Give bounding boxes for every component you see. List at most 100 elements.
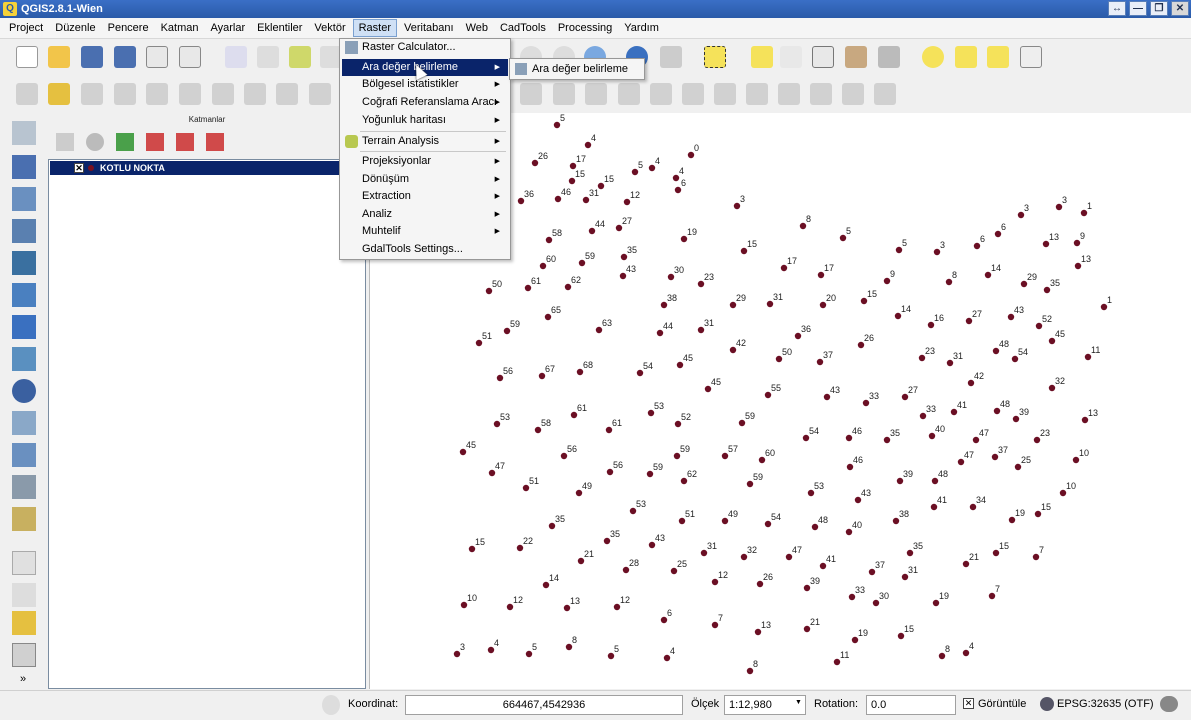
coordinate-field[interactable]: 664467,4542936	[405, 695, 683, 715]
save-as-icon[interactable]	[114, 46, 136, 68]
deselect-icon[interactable]	[751, 46, 773, 68]
crosshair-icon[interactable]	[12, 551, 36, 575]
menu-item-raster-calculator[interactable]: Raster Calculator...	[342, 39, 508, 56]
paste-features-icon[interactable]	[309, 83, 331, 105]
delete-selected-icon[interactable]	[212, 83, 234, 105]
toggle-editing-pencil-icon[interactable]	[48, 83, 70, 105]
select-by-rect-icon[interactable]	[704, 46, 726, 68]
menu-item-gdaltools-settings[interactable]: GdalTools Settings...	[342, 241, 508, 258]
menu-plugins[interactable]: Eklentiler	[252, 20, 307, 36]
maximize-button[interactable]: ❐	[1150, 1, 1168, 16]
menu-item-terrain-analysis[interactable]: Terrain Analysis ▶	[342, 133, 508, 150]
close-button[interactable]: ✕	[1171, 1, 1189, 16]
gps-tool-icon[interactable]	[12, 583, 36, 607]
menu-edit[interactable]: Düzenle	[50, 20, 100, 36]
merge-features-icon[interactable]	[585, 83, 607, 105]
menu-vector[interactable]: Vektör	[309, 20, 350, 36]
show-bookmarks-icon[interactable]	[987, 46, 1009, 68]
add-feature-icon[interactable]	[114, 83, 136, 105]
more-tools-chevron-icon[interactable]: »	[16, 673, 30, 687]
menu-view[interactable]: Pencere	[103, 20, 154, 36]
add-annotation-icon[interactable]	[12, 611, 36, 635]
menu-layer[interactable]: Katman	[156, 20, 204, 36]
add-spatialite-layer-icon[interactable]	[12, 219, 36, 243]
move-feature-icon[interactable]	[146, 83, 168, 105]
menu-settings[interactable]: Ayarlar	[206, 20, 251, 36]
add-wms-layer-icon[interactable]	[12, 315, 36, 339]
map-tips-icon[interactable]	[922, 46, 944, 68]
open-project-icon[interactable]	[48, 46, 70, 68]
expression-select-icon[interactable]	[780, 46, 802, 68]
menu-item-projections[interactable]: Projeksiyonlar ▶	[342, 153, 508, 170]
expand-all-icon[interactable]	[146, 133, 164, 151]
fill-ring-icon[interactable]	[746, 83, 768, 105]
messages-bubble-icon[interactable]	[1160, 696, 1178, 712]
add-vector-layer-icon[interactable]	[12, 121, 36, 145]
offset-curve-icon[interactable]	[842, 83, 864, 105]
new-shapefile-icon[interactable]	[12, 475, 36, 499]
simplify-icon[interactable]	[650, 83, 672, 105]
add-wcs-layer-icon[interactable]	[12, 347, 36, 371]
menu-item-georeferencer[interactable]: Coğrafi Referanslama Aracı ▶	[342, 94, 508, 111]
layer-visibility-checkbox[interactable]: ✕	[74, 163, 84, 173]
message-log-icon[interactable]	[322, 695, 340, 715]
menu-raster[interactable]: Raster	[352, 19, 398, 37]
menu-web[interactable]: Web	[461, 20, 493, 36]
menu-item-conversion[interactable]: Dönüşüm ▶	[342, 171, 508, 188]
pan-to-selection-icon[interactable]	[289, 46, 311, 68]
reshape-icon[interactable]	[810, 83, 832, 105]
save-edits-icon[interactable]	[81, 83, 103, 105]
save-project-icon[interactable]	[81, 46, 103, 68]
menu-item-analysis[interactable]: Analiz ▶	[342, 206, 508, 223]
rotation-spinbox[interactable]: 0.0	[866, 695, 956, 715]
attribute-table-icon[interactable]	[812, 46, 834, 68]
crs-globe-icon[interactable]	[1040, 697, 1054, 711]
current-edits-icon[interactable]	[16, 83, 38, 105]
touch-icon[interactable]	[225, 46, 247, 68]
render-checkbox[interactable]: ✕	[963, 698, 974, 709]
pan-hand-icon[interactable]	[257, 46, 279, 68]
delete-ring-icon[interactable]	[778, 83, 800, 105]
composer-manager-icon[interactable]	[179, 46, 201, 68]
scale-combobox[interactable]: 1:12,980	[724, 695, 806, 715]
copy-features-icon[interactable]	[276, 83, 298, 105]
minimize-button[interactable]: —	[1129, 1, 1147, 16]
new-bookmark-icon[interactable]	[955, 46, 977, 68]
scale-dropdown-chevron-icon[interactable]: ▼	[795, 699, 802, 706]
add-ring-icon[interactable]	[682, 83, 704, 105]
collapse-all-icon[interactable]	[176, 133, 194, 151]
submenu-item-interpolation[interactable]: Ara değer belirleme	[512, 61, 642, 77]
new-project-icon[interactable]	[16, 46, 38, 68]
menu-item-extraction[interactable]: Extraction ▶	[342, 188, 508, 205]
layer-item-kotlu-nokta[interactable]: ✕ KOTLU NOKTA	[50, 161, 364, 175]
add-postgis-layer-icon[interactable]	[12, 187, 36, 211]
cut-features-icon[interactable]	[244, 83, 266, 105]
add-mssql-layer-icon[interactable]	[12, 251, 36, 275]
python-console-icon[interactable]	[12, 643, 36, 667]
menu-item-miscellaneous[interactable]: Muhtelif ▶	[342, 223, 508, 240]
add-raster-layer-icon[interactable]	[12, 155, 36, 179]
add-part-icon[interactable]	[714, 83, 736, 105]
menu-project[interactable]: Project	[4, 20, 48, 36]
rotate-feature-icon[interactable]	[874, 83, 896, 105]
measure-icon[interactable]	[878, 46, 900, 68]
field-calculator-icon[interactable]	[845, 46, 867, 68]
menu-processing[interactable]: Processing	[553, 20, 617, 36]
menu-help[interactable]: Yardım	[619, 20, 664, 36]
crs-status[interactable]: EPSG:32635 (OTF)	[1057, 698, 1154, 710]
resize-icon[interactable]: ↔	[1108, 1, 1126, 16]
add-group-icon[interactable]	[56, 133, 74, 151]
new-spatialite-icon[interactable]	[12, 507, 36, 531]
text-annotation-icon[interactable]	[1020, 46, 1042, 68]
add-wfs-layer-icon[interactable]	[12, 379, 36, 403]
new-print-composer-icon[interactable]	[146, 46, 168, 68]
filter-legend-icon[interactable]	[116, 133, 134, 151]
manage-visibility-icon[interactable]	[86, 133, 104, 151]
node-tool-icon[interactable]	[179, 83, 201, 105]
remove-layer-icon[interactable]	[206, 133, 224, 151]
select-features-icon[interactable]	[660, 46, 682, 68]
add-virtual-layer-icon[interactable]	[12, 443, 36, 467]
digitize-tool-icon[interactable]	[520, 83, 542, 105]
menu-cadtools[interactable]: CadTools	[495, 20, 551, 36]
rotate-point-icon[interactable]	[618, 83, 640, 105]
